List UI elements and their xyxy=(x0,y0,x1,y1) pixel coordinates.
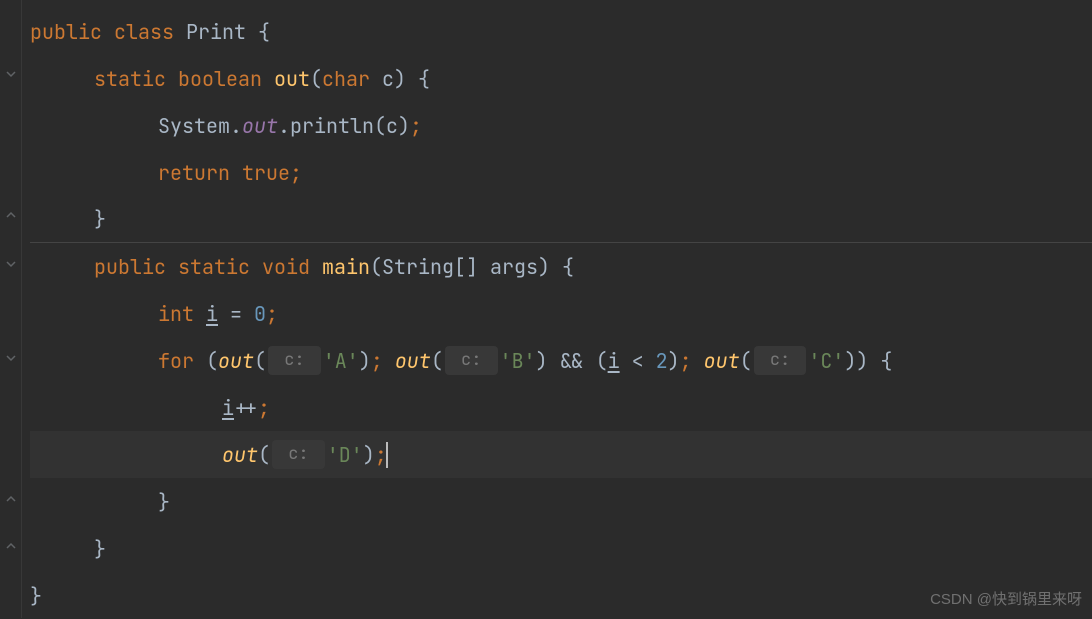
method-call: out xyxy=(222,439,258,471)
parameter-hint: c: xyxy=(272,440,325,469)
code-line[interactable]: return true; xyxy=(30,149,1092,196)
keyword: void xyxy=(262,251,310,283)
parameter-hint: c: xyxy=(268,346,321,375)
variable: i xyxy=(222,392,234,424)
code-line[interactable]: } xyxy=(30,525,1092,572)
keyword: true xyxy=(230,157,290,189)
code-line[interactable]: public class Print { xyxy=(30,8,1092,55)
fold-marker-icon[interactable] xyxy=(5,258,17,270)
fold-marker-icon[interactable] xyxy=(5,68,17,80)
variable: i xyxy=(206,298,218,330)
operator: ++ xyxy=(234,392,258,424)
brace: { xyxy=(246,16,270,48)
method-name: out xyxy=(274,63,310,95)
fold-end-icon[interactable] xyxy=(5,540,17,552)
params: (String[] args) { xyxy=(370,251,574,283)
brace: } xyxy=(30,580,42,612)
method-name: main xyxy=(322,251,370,283)
keyword: int xyxy=(158,298,194,330)
keyword: for xyxy=(158,345,194,377)
paren: ( xyxy=(310,63,322,95)
paren-brace: ) { xyxy=(394,63,430,95)
gutter xyxy=(0,0,22,618)
method-call: out xyxy=(218,345,254,377)
paren: ( xyxy=(194,345,218,377)
code-line[interactable]: static boolean out(char c) { xyxy=(30,55,1092,102)
parameter-hint: c: xyxy=(754,346,807,375)
identifier: System. xyxy=(158,110,242,142)
code-line[interactable]: System.out.println(c); xyxy=(30,102,1092,149)
assign: = xyxy=(218,298,254,330)
method-call: .println(c) xyxy=(278,110,410,142)
semicolon: ; xyxy=(258,392,270,424)
brace: } xyxy=(94,203,106,235)
class-name: Print xyxy=(186,16,246,48)
semicolon: ; xyxy=(290,157,302,189)
code-line[interactable]: } xyxy=(30,196,1092,243)
watermark: CSDN @快到锅里来呀 xyxy=(930,588,1082,612)
code-line[interactable]: public static void main(String[] args) { xyxy=(30,243,1092,290)
number: 2 xyxy=(656,345,668,377)
number: 0 xyxy=(254,298,266,330)
fold-end-icon[interactable] xyxy=(5,493,17,505)
semicolon: ; xyxy=(266,298,278,330)
code-area[interactable]: public class Print { static boolean out(… xyxy=(22,0,1092,618)
keyword: public xyxy=(30,16,102,48)
fold-end-icon[interactable] xyxy=(5,209,17,221)
semicolon: ; xyxy=(410,110,422,142)
code-line[interactable]: for (out( c: 'A'); out( c: 'B') && (i < … xyxy=(30,337,1092,384)
keyword: static xyxy=(178,251,250,283)
code-line[interactable]: i++; xyxy=(30,384,1092,431)
caret-icon xyxy=(386,442,388,468)
fold-marker-icon[interactable] xyxy=(5,352,17,364)
keyword: public xyxy=(94,251,166,283)
code-line[interactable]: } xyxy=(30,478,1092,525)
brace: } xyxy=(94,533,106,565)
code-line-current[interactable]: out( c: 'D'); xyxy=(30,431,1092,478)
code-editor: public class Print { static boolean out(… xyxy=(0,0,1092,618)
keyword: class xyxy=(114,16,174,48)
keyword: boolean xyxy=(178,63,262,95)
method-call: out xyxy=(395,345,431,377)
param: c xyxy=(370,63,394,95)
parameter-hint: c: xyxy=(445,346,498,375)
keyword: static xyxy=(94,63,166,95)
field: out xyxy=(242,110,278,142)
keyword: return xyxy=(158,157,230,189)
keyword: char xyxy=(322,63,370,95)
char-literal: 'C' xyxy=(808,345,844,377)
char-literal: 'A' xyxy=(323,345,359,377)
variable: i xyxy=(608,345,620,377)
method-call: out xyxy=(704,345,740,377)
brace: } xyxy=(158,486,170,518)
char-literal: 'B' xyxy=(500,345,536,377)
char-literal: 'D' xyxy=(327,439,363,471)
code-line[interactable]: int i = 0; xyxy=(30,290,1092,337)
